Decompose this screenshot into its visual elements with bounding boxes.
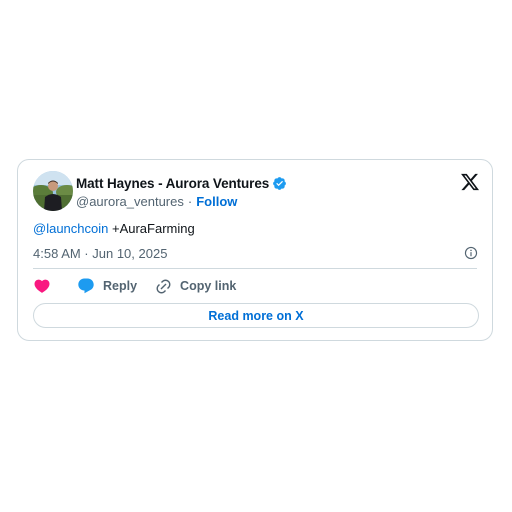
reply-button[interactable]: Reply [77,277,137,295]
like-button[interactable] [33,277,51,295]
reply-label: Reply [103,279,138,293]
x-logo-icon[interactable] [460,172,480,192]
author-display-name[interactable]: Matt Haynes - Aurora Ventures [76,176,269,191]
heart-icon [34,279,50,293]
verified-badge-icon [273,176,287,190]
copy-link-label: Copy link [180,279,237,293]
author-handle-row: @aurora_ventures · Follow [76,192,237,210]
tweet-embed-card: Matt Haynes - Aurora Ventures @aurora_ve… [17,159,493,341]
tweet-timestamp[interactable]: 4:58 AM · Jun 10, 2025 [33,246,167,261]
avatar-image [33,171,73,211]
link-icon [156,279,171,293]
reply-bubble-icon [78,278,94,294]
tweet-text: @launchcoin +AuraFarming [33,221,195,236]
info-icon[interactable] [464,246,478,260]
separator-dot: · [187,193,193,209]
author-name-row: Matt Haynes - Aurora Ventures [76,174,287,192]
follow-button[interactable]: Follow [196,194,237,209]
divider [33,268,477,269]
action-bar: Reply Copy link [33,276,236,296]
tweet-body-text: +AuraFarming [108,221,195,236]
mention-link[interactable]: @launchcoin [33,221,108,236]
author-handle[interactable]: @aurora_ventures [76,194,184,209]
copy-link-button[interactable]: Copy link [155,278,236,295]
read-more-button[interactable]: Read more on X [33,303,479,328]
avatar[interactable] [33,171,73,211]
